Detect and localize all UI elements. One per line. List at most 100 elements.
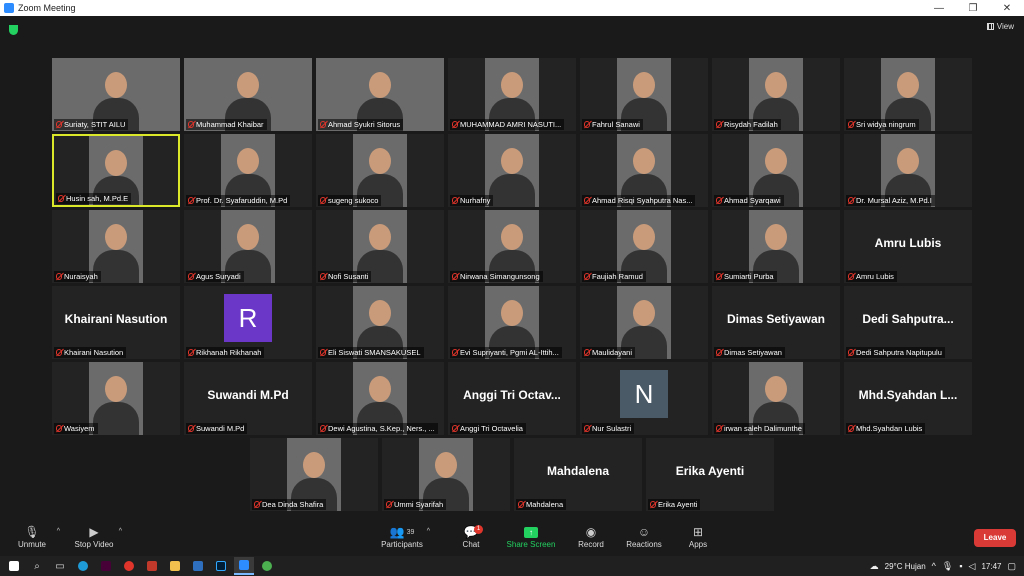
video-options-caret-icon[interactable]: ^ [119, 528, 122, 535]
mic-tray-icon[interactable]: 🎙 [942, 561, 953, 572]
participant-tile[interactable]: Faujiah Ramud [580, 210, 708, 283]
participant-tile[interactable]: sugeng sukoco [316, 134, 444, 207]
participant-name-label: Dea Dinda Shafira [252, 499, 327, 510]
participant-tile[interactable]: irwan saleh Dalimunthe [712, 362, 840, 435]
notification-icon[interactable]: ▢ [1007, 561, 1016, 572]
chrome-browser-icon[interactable] [257, 557, 277, 575]
view-button[interactable]: View [986, 22, 1014, 31]
chat-button[interactable]: 💬 1 Chat [441, 524, 501, 549]
participant-tile[interactable]: Ahmad Syukri Sitorus [316, 58, 444, 131]
participant-tile[interactable]: Suwandi M.Pd Suwandi M.Pd [184, 362, 312, 435]
close-button[interactable]: ✕ [990, 3, 1024, 14]
mic-muted-icon [452, 273, 458, 280]
participant-tile[interactable]: Ahmad Syarqawi [712, 134, 840, 207]
participant-tile[interactable]: Nuraisyah [52, 210, 180, 283]
mail-app-icon[interactable] [188, 557, 208, 575]
participant-tile[interactable]: Maulidayani [580, 286, 708, 359]
participant-tile[interactable]: Dea Dinda Shafira [250, 438, 378, 511]
participant-name-label: Dr. Mursal Aziz, M.Pd.I [846, 195, 935, 206]
participant-name-label: Dewi Agustina, S.Kep., Ners., ... [318, 423, 438, 434]
participant-tile[interactable]: MUHAMMAD AMRI NASUTI... [448, 58, 576, 131]
participant-name: sugeng sukoco [328, 196, 379, 205]
participant-tile[interactable]: Wasiyem [52, 362, 180, 435]
minimize-button[interactable]: — [922, 3, 956, 14]
participant-name-label: Nirwana Simangunsong [450, 271, 543, 282]
tray-chevron-icon[interactable]: ^ [932, 561, 936, 571]
search-icon[interactable]: ⌕ [27, 557, 47, 575]
volume-icon[interactable]: ◁ [969, 561, 976, 572]
participant-tile[interactable]: Sumiarti Purba [712, 210, 840, 283]
mic-muted-icon [452, 121, 458, 128]
participant-name: Dr. Mursal Aziz, M.Pd.I [856, 196, 932, 205]
participant-tile[interactable]: Mhd.Syahdan L... Mhd.Syahdan Lubis [844, 362, 972, 435]
task-view-icon[interactable]: ▭ [50, 557, 70, 575]
participant-name-label: Suriaty, STIT AILU [54, 119, 129, 130]
network-icon[interactable]: ▪ [959, 561, 962, 571]
participant-tile[interactable]: Nofi Susanti [316, 210, 444, 283]
stop-video-label: Stop Video [74, 540, 114, 549]
participant-tile[interactable]: Agus Suryadi [184, 210, 312, 283]
participant-tile[interactable]: Khairani Nasution Khairani Nasution [52, 286, 180, 359]
mic-muted-icon [188, 425, 194, 432]
participants-label: Participants [381, 540, 423, 549]
record-button[interactable]: ◉ Record [561, 524, 621, 549]
xd-app-icon[interactable] [96, 557, 116, 575]
participant-tile[interactable]: Anggi Tri Octav... Anggi Tri Octavelia [448, 362, 576, 435]
participant-tile[interactable]: Dr. Mursal Aziz, M.Pd.I [844, 134, 972, 207]
pdf-reader-icon[interactable] [142, 557, 162, 575]
start-menu-icon[interactable] [4, 557, 24, 575]
file-explorer-icon[interactable] [165, 557, 185, 575]
participant-name: Fahrul Sanawi [592, 120, 640, 129]
weather-text[interactable]: 29°C Hujan [885, 562, 926, 571]
participant-name: Prof. Dr. Syafaruddin, M.Pd [196, 196, 288, 205]
participant-name-label: Agus Suryadi [186, 271, 244, 282]
participant-name-label: Ahmad Syarqawi [714, 195, 784, 206]
participant-tile[interactable]: Risydah Fadilah [712, 58, 840, 131]
participant-tile[interactable]: Nurhafny [448, 134, 576, 207]
participant-tile[interactable]: Muhammad Khaibar [184, 58, 312, 131]
participant-tile[interactable]: R Rikhanah Rikhanah [184, 286, 312, 359]
participant-tile[interactable]: Erika Ayenti Erika Ayenti [646, 438, 774, 511]
zoom-taskbar-icon[interactable] [234, 557, 254, 575]
opera-browser-icon[interactable] [119, 557, 139, 575]
audio-options-caret-icon[interactable]: ^ [57, 528, 60, 535]
edge-browser-icon[interactable] [73, 557, 93, 575]
participant-name-label: Dimas Setiyawan [714, 347, 785, 358]
window-title: Zoom Meeting [18, 3, 76, 13]
reactions-button[interactable]: ☺ Reactions [614, 524, 674, 549]
participant-name: Nofi Susanti [328, 272, 369, 281]
zoom-logo-icon [4, 3, 14, 13]
participant-tile[interactable]: Dedi Sahputra... Dedi Sahputra Napitupulu [844, 286, 972, 359]
participant-tile[interactable]: Eli Siswati SMANSAKUSEL [316, 286, 444, 359]
mic-muted-icon [58, 195, 64, 202]
participant-name: Ahmad Syukri Sitorus [328, 120, 401, 129]
participant-tile[interactable]: Evi Supriyanti, Pgmi AL-Ittih... [448, 286, 576, 359]
apps-button[interactable]: ⊞ Apps [668, 524, 728, 549]
participants-caret-icon[interactable]: ^ [427, 528, 430, 535]
participant-tile[interactable]: Amru Lubis Amru Lubis [844, 210, 972, 283]
participant-tile[interactable]: Suriaty, STIT AILU [52, 58, 180, 131]
stop-video-button[interactable]: ▶ Stop Video ^ [64, 524, 124, 549]
participants-button[interactable]: 👥 39 Participants ^ [372, 524, 432, 549]
participant-tile[interactable]: Mahdalena Mahdalena [514, 438, 642, 511]
participant-tile[interactable]: N Nur Sulastri [580, 362, 708, 435]
security-shield-icon[interactable] [9, 25, 18, 35]
participant-name-label: sugeng sukoco [318, 195, 382, 206]
participant-tile[interactable]: Ahmad Risqi Syahputra Nas... [580, 134, 708, 207]
participant-tile[interactable]: Ummi Syarifah [382, 438, 510, 511]
photoshop-icon[interactable] [211, 557, 231, 575]
unmute-button[interactable]: 🎙 Unmute ^ [2, 524, 62, 549]
clock-time[interactable]: 17:47 [981, 562, 1001, 571]
participant-tile[interactable]: Husin sah, M.Pd.E [52, 134, 180, 207]
participant-tile[interactable]: Dewi Agustina, S.Kep., Ners., ... [316, 362, 444, 435]
participant-name-label: Erika Ayenti [648, 499, 701, 510]
share-screen-button[interactable]: ↑ Share Screen [501, 524, 561, 549]
maximize-button[interactable]: ❐ [956, 3, 990, 14]
participant-tile[interactable]: Dimas Setiyawan Dimas Setiyawan [712, 286, 840, 359]
leave-button[interactable]: Leave [974, 529, 1016, 547]
participant-tile[interactable]: Sri widya ningrum [844, 58, 972, 131]
participant-tile[interactable]: Nirwana Simangunsong [448, 210, 576, 283]
participant-tile[interactable]: Prof. Dr. Syafaruddin, M.Pd [184, 134, 312, 207]
meeting-gallery: View Suriaty, STIT AILU Muhammad Khaibar A… [0, 16, 1024, 520]
participant-tile[interactable]: Fahrul Sanawi [580, 58, 708, 131]
